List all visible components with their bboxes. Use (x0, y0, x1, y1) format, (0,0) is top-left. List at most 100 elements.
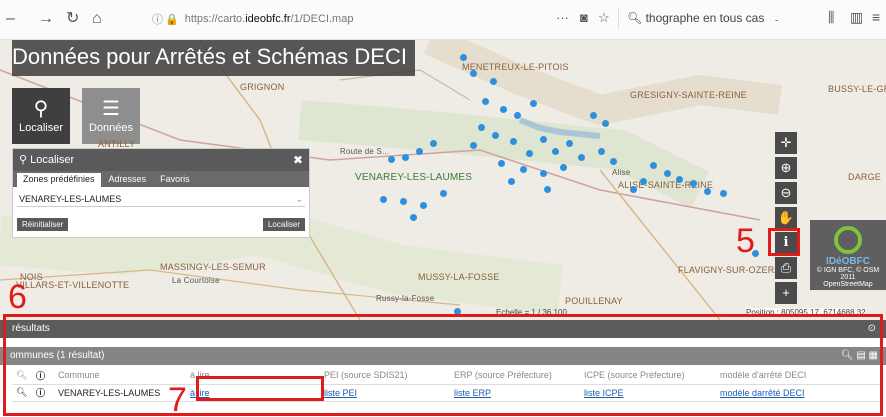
place-label: Russy-la-Fosse (376, 294, 435, 303)
place-label: BUSSY-LE-GRA (828, 84, 886, 94)
url-host: ideobfc.fr (245, 13, 291, 25)
pei-marker[interactable] (540, 170, 547, 177)
pei-marker[interactable] (602, 120, 609, 127)
close-icon[interactable]: ✖ (293, 149, 303, 171)
pei-marker[interactable] (478, 124, 485, 131)
pei-marker[interactable] (470, 142, 477, 149)
forward-arrow-icon[interactable]: → (38, 11, 54, 27)
ideobfc-logo: IDéOBFC © IGN BFC, © OSM 2011 OpenStreet… (810, 220, 886, 290)
menu-icon[interactable]: ≡ (872, 9, 880, 25)
place-label: POUILLENAY (565, 296, 623, 306)
pei-marker[interactable] (440, 190, 447, 197)
place-label: GRIGNON (240, 82, 285, 92)
place-label: MUSSY-LA-FOSSE (418, 272, 500, 282)
pei-marker[interactable] (470, 70, 477, 77)
pei-marker[interactable] (402, 154, 409, 161)
url-bar[interactable]: ⓘ 🔒 https://carto. ideobfc.fr/1/DECI.map (152, 8, 612, 30)
search-go-icon[interactable]: → (772, 10, 778, 26)
place-label: MENETREUX-LE-PITOIS (462, 62, 569, 72)
pan-icon[interactable]: ✛ (775, 132, 797, 154)
pei-marker[interactable] (508, 178, 515, 185)
pei-marker[interactable] (690, 180, 697, 187)
place-label: FLAVIGNY-SUR-OZERAI (678, 265, 784, 275)
zone-select-value: VENAREY-LES-LAUMES (19, 194, 122, 204)
localiser-mode-button[interactable]: ⚲ Localiser (12, 88, 70, 144)
pocket-icon[interactable]: ◙ (580, 10, 588, 25)
expand-icon[interactable]: + (775, 282, 797, 304)
pei-marker[interactable] (676, 176, 683, 183)
pei-marker[interactable] (430, 140, 437, 147)
pei-marker[interactable] (500, 106, 507, 113)
chevron-down-icon: ⌄ (295, 194, 303, 204)
pei-marker[interactable] (720, 190, 727, 197)
pei-marker[interactable] (552, 148, 559, 155)
pei-marker[interactable] (400, 198, 407, 205)
pei-marker[interactable] (388, 156, 395, 163)
annotation-number: 5 (736, 222, 755, 260)
lock-icon: 🔒 (165, 13, 179, 26)
pei-marker[interactable] (514, 112, 521, 119)
place-label: Route de S... (340, 147, 390, 156)
pei-marker[interactable] (560, 164, 567, 171)
page-actions-icon[interactable]: ··· (556, 10, 569, 25)
pei-marker[interactable] (490, 78, 497, 85)
pei-marker[interactable] (610, 158, 617, 165)
location-pin-icon: ⚲ (33, 98, 49, 120)
pei-marker[interactable] (420, 202, 427, 209)
pei-marker[interactable] (410, 214, 417, 221)
zoom-in-icon[interactable]: ⊕ (775, 157, 797, 179)
tab-zones-predefinies[interactable]: Zones prédéfinies (17, 173, 101, 187)
zoom-out-icon[interactable]: ⊖ (775, 182, 797, 204)
localiser-tabs: Zones prédéfinies Adresses Favoris (13, 171, 309, 187)
search-text: thographe en tous cas (645, 11, 765, 25)
pei-marker[interactable] (578, 154, 585, 161)
pei-marker[interactable] (544, 186, 551, 193)
pei-marker[interactable] (526, 150, 533, 157)
place-label: DARGE (848, 172, 882, 182)
info-icon[interactable]: ⓘ (152, 11, 163, 27)
search-bar[interactable]: 🔍︎ thographe en tous cas → (618, 7, 778, 29)
sidebar-icon[interactable]: ▥ (850, 9, 863, 26)
pei-marker[interactable] (416, 148, 423, 155)
reload-icon[interactable]: ↻ (66, 11, 79, 27)
zone-select[interactable]: VENAREY-LES-LAUMES ⌄ (17, 191, 305, 207)
pei-marker[interactable] (520, 166, 527, 173)
donnees-mode-button[interactable]: ☰ Données (82, 88, 140, 144)
pei-marker[interactable] (530, 100, 537, 107)
library-icon[interactable]: ⫼ (828, 9, 834, 26)
bookmark-star-icon[interactable]: ☆ (598, 10, 610, 26)
map-canvas[interactable]: Données pour Arrêtés et Schémas DECI ⚲ L… (0, 40, 886, 320)
localiser-panel-header: ⚲ Localiser ✖ (13, 149, 309, 171)
pei-marker[interactable] (640, 178, 647, 185)
print-icon[interactable]: ⎙ (775, 257, 797, 279)
reset-button[interactable]: Réinitialiser (17, 218, 69, 231)
pei-marker[interactable] (664, 170, 671, 177)
pei-marker[interactable] (492, 132, 499, 139)
pei-marker[interactable] (630, 186, 637, 193)
pei-marker[interactable] (540, 136, 547, 143)
forward-icon[interactable]: – (6, 11, 15, 27)
pei-marker[interactable] (598, 148, 605, 155)
pei-marker[interactable] (590, 112, 597, 119)
tab-adresses[interactable]: Adresses (103, 173, 153, 187)
pei-marker[interactable] (482, 98, 489, 105)
pei-marker[interactable] (650, 162, 657, 169)
localiser-submit-button[interactable]: Localiser (262, 218, 305, 231)
place-label: La Courtoise (172, 276, 220, 285)
pei-marker[interactable] (380, 196, 387, 203)
url-prefix: https://carto. (184, 13, 246, 25)
place-label: MASSINGY-LES-SEMUR (160, 262, 266, 272)
place-label: VENAREY-LES-LAUMES (355, 172, 473, 183)
pei-marker[interactable] (460, 54, 467, 61)
pei-marker[interactable] (510, 138, 517, 145)
home-icon[interactable]: ⌂ (92, 11, 102, 27)
annotation-box-7 (196, 376, 324, 401)
logo-caption: OpenStreetMap (823, 281, 873, 288)
pei-marker[interactable] (704, 188, 711, 195)
logo-circle (834, 226, 862, 254)
pei-marker[interactable] (566, 140, 573, 147)
pei-marker[interactable] (498, 160, 505, 167)
localiser-actions: Réinitialiser Localiser (17, 218, 305, 231)
hand-icon[interactable]: ✋ (775, 207, 797, 229)
tab-favoris[interactable]: Favoris (154, 173, 196, 187)
